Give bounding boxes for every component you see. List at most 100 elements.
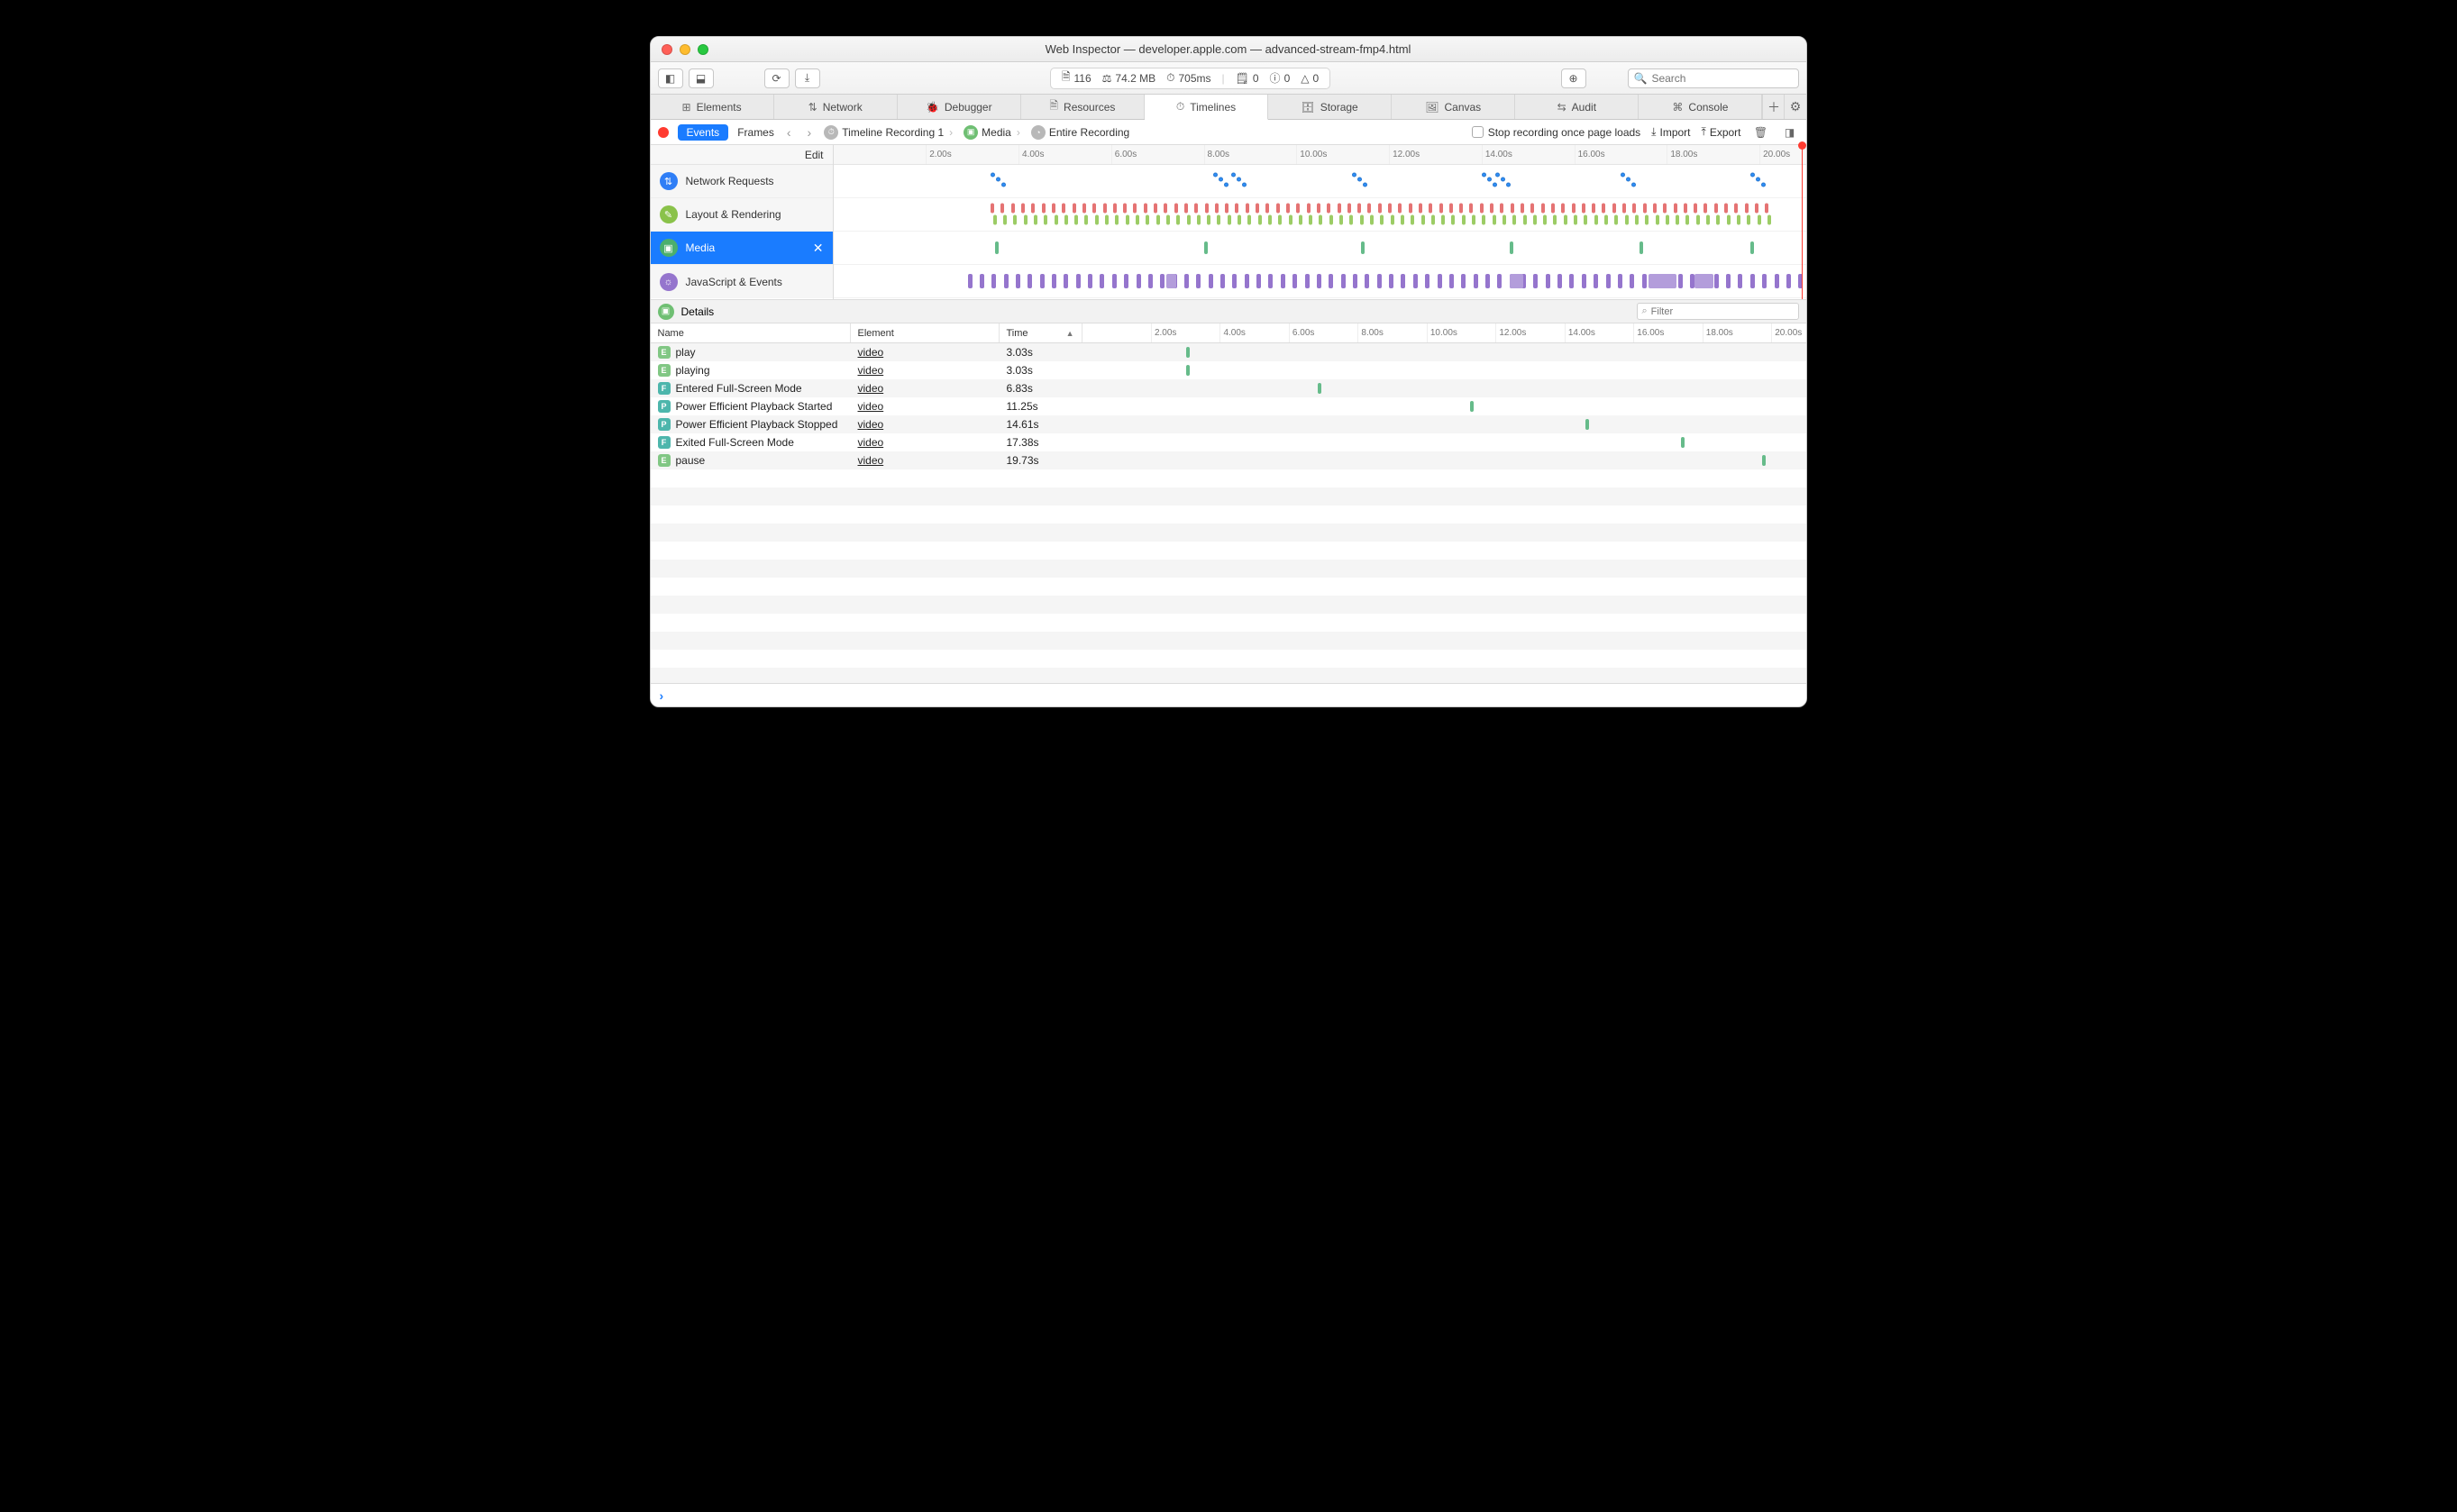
col-element[interactable]: Element	[851, 323, 1000, 342]
table-row[interactable]: FEntered Full-Screen Modevideo6.83s	[651, 379, 1806, 397]
toggle-sidebar-button[interactable]: ◨	[1781, 123, 1799, 141]
crumb-range[interactable]: ◔Entire Recording	[1031, 125, 1129, 140]
event-time: 14.61s	[1000, 415, 1082, 433]
nav-forward[interactable]: ›	[804, 125, 816, 140]
table-row[interactable]: Eplayvideo3.03s	[651, 343, 1806, 361]
table-row-empty	[651, 614, 1806, 632]
warning-icon: △	[1301, 72, 1309, 85]
view-frames[interactable]: Frames	[737, 126, 774, 139]
event-name: play	[676, 346, 696, 359]
clear-button[interactable]: 🗑	[1752, 123, 1770, 141]
event-badge: P	[658, 418, 671, 431]
crumb-media[interactable]: ▣Media›	[964, 125, 1022, 140]
element-link[interactable]: video	[858, 454, 884, 467]
search-input[interactable]	[1651, 72, 1792, 85]
dock-left-button[interactable]: ◧	[658, 68, 683, 88]
import-button[interactable]: ⤓Import	[1651, 125, 1690, 139]
tab-audit[interactable]: ⇆Audit	[1515, 95, 1639, 119]
download-button[interactable]: ⤓	[795, 68, 820, 88]
table-row-empty	[651, 668, 1806, 683]
event-name: Power Efficient Playback Stopped	[676, 418, 838, 431]
close-icon[interactable]: ✕	[813, 241, 824, 256]
script-icon: ☼	[660, 273, 678, 291]
element-link[interactable]: video	[858, 418, 884, 431]
event-badge: F	[658, 382, 671, 395]
overview-lanes[interactable]: 2.00s4.00s6.00s8.00s10.00s12.00s14.00s16…	[834, 145, 1806, 299]
element-link[interactable]: video	[858, 382, 884, 395]
table-row[interactable]: PPower Efficient Playback Startedvideo11…	[651, 397, 1806, 415]
tab-resources[interactable]: 🗎Resources	[1021, 95, 1145, 119]
table-row-empty	[651, 524, 1806, 542]
tab-canvas[interactable]: 🖼Canvas	[1392, 95, 1515, 119]
filter-input[interactable]	[1651, 306, 1794, 317]
event-lane	[1082, 415, 1806, 433]
settings-button[interactable]: ⚙	[1784, 95, 1805, 119]
view-events[interactable]: Events	[678, 124, 729, 141]
filter-icon: ⌕	[1642, 305, 1648, 317]
table-row-empty	[651, 542, 1806, 560]
tab-timelines[interactable]: ⏱Timelines	[1145, 95, 1268, 120]
stop-on-load-checkbox[interactable]: Stop recording once page loads	[1472, 126, 1640, 139]
storage-icon: 🗄	[1301, 101, 1314, 114]
scope-bar: Events Frames ‹ › ⏱Timeline Recording 1›…	[651, 120, 1806, 145]
reload-button[interactable]: ⟳	[764, 68, 790, 88]
tab-storage[interactable]: 🗄Storage	[1268, 95, 1392, 119]
table-header: Name Element Time▲ 2.00s4.00s6.00s8.00s1…	[651, 323, 1806, 343]
zoom-window-button[interactable]	[698, 44, 708, 55]
event-badge: E	[658, 454, 671, 467]
table-row[interactable]: FExited Full-Screen Modevideo17.38s	[651, 433, 1806, 451]
element-link[interactable]: video	[858, 346, 884, 359]
crumb-label: Media	[982, 126, 1011, 139]
tab-network[interactable]: ⇅Network	[774, 95, 898, 119]
tab-debugger[interactable]: 🐞Debugger	[898, 95, 1021, 119]
lane-js	[834, 265, 1806, 298]
log-icon: 🗒	[1236, 72, 1249, 85]
paint-icon: ✎	[660, 205, 678, 223]
nav-back[interactable]: ‹	[783, 125, 795, 140]
event-badge: F	[658, 436, 671, 449]
inspect-element-button[interactable]: ⊕	[1561, 68, 1586, 88]
search-field[interactable]: 🔍	[1628, 68, 1799, 88]
event-marker	[1318, 383, 1321, 394]
table-row[interactable]: Epause video 19.73s	[651, 451, 1806, 469]
table-row[interactable]: Eplayingvideo3.03s	[651, 361, 1806, 379]
record-button[interactable]	[658, 127, 669, 138]
error-icon: ⓘ	[1270, 70, 1281, 86]
table-row-empty	[651, 469, 1806, 487]
event-time: 19.73s	[1000, 451, 1082, 469]
crumb-recording[interactable]: ⏱Timeline Recording 1›	[824, 125, 954, 140]
event-name: Entered Full-Screen Mode	[676, 382, 802, 395]
tab-console[interactable]: ⌘Console	[1639, 95, 1762, 119]
dock-bottom-button[interactable]: ⬓	[689, 68, 714, 88]
track-media[interactable]: ▣Media✕	[651, 232, 833, 265]
playhead[interactable]	[1802, 145, 1803, 299]
resources-icon: 🗎	[1049, 97, 1058, 116]
event-name: Power Efficient Playback Started	[676, 400, 833, 413]
col-name[interactable]: Name	[651, 323, 851, 342]
event-time: 3.03s	[1000, 343, 1082, 361]
element-link[interactable]: video	[858, 364, 884, 377]
track-js[interactable]: ☼JavaScript & Events	[651, 265, 833, 298]
col-label: Time	[1007, 328, 1028, 339]
close-window-button[interactable]	[662, 44, 672, 55]
console-prompt[interactable]: ›	[651, 683, 1806, 706]
col-time[interactable]: Time▲	[1000, 323, 1082, 342]
event-marker	[1585, 419, 1589, 430]
new-tab-button[interactable]: ＋	[1762, 95, 1784, 119]
element-link[interactable]: video	[858, 436, 884, 449]
clock-icon: ⏱	[1166, 71, 1174, 85]
track-network[interactable]: ⇅Network Requests	[651, 165, 833, 198]
event-time: 17.38s	[1000, 433, 1082, 451]
minimize-window-button[interactable]	[680, 44, 690, 55]
track-label: Media	[686, 241, 716, 254]
element-link[interactable]: video	[858, 400, 884, 413]
canvas-icon: 🖼	[1425, 101, 1439, 114]
tab-label: Elements	[697, 101, 742, 114]
tab-elements[interactable]: ⊞Elements	[651, 95, 774, 119]
filter-field[interactable]: ⌕	[1637, 303, 1799, 320]
track-layout[interactable]: ✎Layout & Rendering	[651, 198, 833, 232]
event-name: pause	[676, 454, 706, 467]
export-button[interactable]: ⤒Export	[1702, 125, 1741, 139]
table-row[interactable]: P Power Efficient Playback Stopped video 14…	[651, 415, 1806, 433]
edit-tracks-button[interactable]: Edit	[651, 145, 833, 165]
